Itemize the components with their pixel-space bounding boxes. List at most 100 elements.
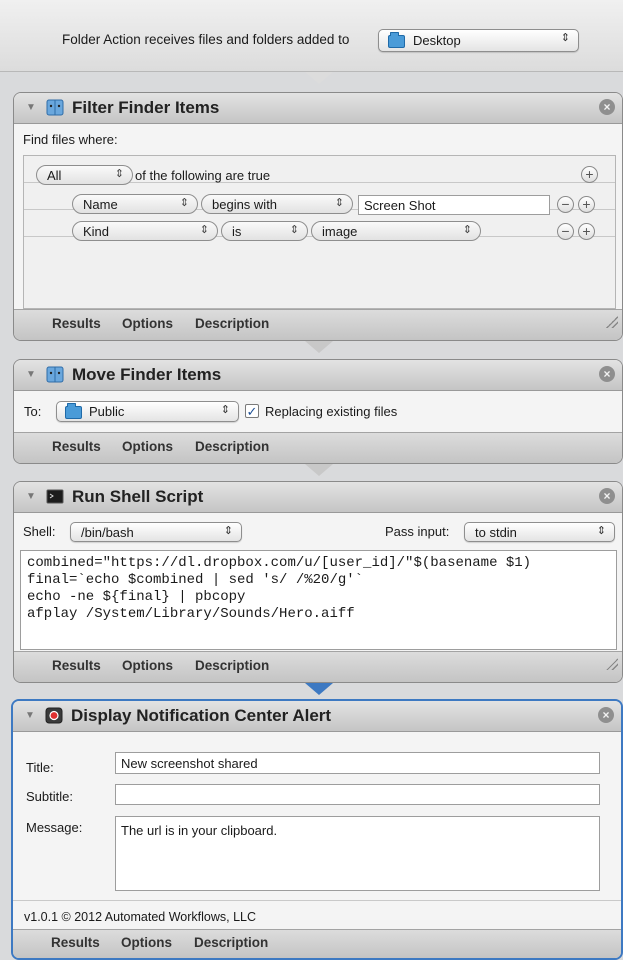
operator-value: is bbox=[232, 224, 242, 239]
title-field[interactable]: New screenshot shared bbox=[115, 752, 600, 774]
action-title-bar[interactable]: ▼ Run Shell Script × bbox=[14, 482, 622, 513]
description-tab[interactable]: Description bbox=[195, 439, 269, 454]
updown-arrow-icon: ⇕ bbox=[114, 168, 124, 180]
version-label: v1.0.1 © 2012 Automated Workflows, LLC bbox=[24, 910, 257, 924]
resize-grip-icon[interactable] bbox=[606, 658, 618, 670]
connector-notch bbox=[305, 72, 333, 84]
disclosure-triangle-icon[interactable]: ▼ bbox=[26, 491, 36, 502]
operator-value: begins with bbox=[212, 197, 278, 212]
script-editor[interactable]: combined="https://dl.dropbox.com/u/[user… bbox=[20, 550, 617, 650]
subtitle-field[interactable] bbox=[115, 784, 600, 805]
folder-icon bbox=[388, 32, 405, 48]
description-tab[interactable]: Description bbox=[195, 658, 269, 673]
find-files-label: Find files where: bbox=[23, 132, 118, 147]
move-finder-items-action[interactable]: ▼ Move Finder Items × To: Public ⇕ ✓ Rep… bbox=[13, 359, 623, 464]
criteria-value-field[interactable]: Screen Shot bbox=[358, 195, 550, 215]
add-criteria-icon[interactable]: + bbox=[578, 196, 595, 213]
quantifier-popup[interactable]: All ⇕ bbox=[36, 165, 133, 185]
filter-finder-items-action[interactable]: ▼ Filter Finder Items × Find files where… bbox=[13, 92, 623, 341]
title-value: New screenshot shared bbox=[121, 756, 258, 771]
close-icon[interactable]: × bbox=[599, 99, 615, 115]
connector-notch bbox=[305, 341, 333, 353]
pass-input-label: Pass input: bbox=[385, 524, 450, 539]
shell-value: /bin/bash bbox=[81, 525, 134, 540]
action-footer: Results Options Description bbox=[14, 309, 622, 340]
pass-input-value: to stdin bbox=[475, 525, 517, 540]
disclosure-triangle-icon[interactable]: ▼ bbox=[26, 102, 36, 113]
results-tab[interactable]: Results bbox=[52, 439, 101, 454]
action-footer: Results Options Description bbox=[14, 432, 622, 463]
to-label: To: bbox=[24, 404, 42, 419]
updown-arrow-icon: ⇕ bbox=[220, 404, 230, 416]
action-footer: Results Options Description bbox=[14, 651, 622, 682]
close-icon[interactable]: × bbox=[599, 366, 615, 382]
updown-arrow-icon: ⇕ bbox=[560, 32, 570, 44]
title-label: Title: bbox=[26, 760, 54, 775]
script-line: echo -ne ${final} | pbcopy bbox=[27, 589, 246, 605]
options-tab[interactable]: Options bbox=[122, 316, 173, 331]
replacing-checkbox[interactable]: ✓ bbox=[245, 404, 259, 418]
pass-input-popup[interactable]: to stdin ⇕ bbox=[464, 522, 615, 542]
remove-criteria-icon[interactable]: − bbox=[557, 196, 574, 213]
following-label: of the following are true bbox=[135, 168, 271, 183]
run-shell-script-action[interactable]: ▼ Run Shell Script × Shell: /bin/bash ⇕ … bbox=[13, 481, 623, 683]
connector-notch bbox=[305, 683, 333, 695]
close-icon[interactable]: × bbox=[598, 707, 614, 723]
value-popup[interactable]: image ⇕ bbox=[311, 221, 481, 241]
folder-popup[interactable]: Desktop ⇕ bbox=[378, 29, 579, 52]
resize-grip-icon[interactable] bbox=[606, 316, 618, 328]
options-tab[interactable]: Options bbox=[122, 439, 173, 454]
destination-label: Public bbox=[89, 404, 125, 419]
shell-label: Shell: bbox=[23, 524, 56, 539]
action-title-bar[interactable]: ▼ Display Notification Center Alert × bbox=[13, 701, 621, 732]
close-icon[interactable]: × bbox=[599, 488, 615, 504]
terminal-icon bbox=[46, 489, 64, 504]
action-title-bar[interactable]: ▼ Move Finder Items × bbox=[14, 360, 622, 391]
disclosure-triangle-icon[interactable]: ▼ bbox=[25, 710, 35, 721]
field-value: Name bbox=[83, 197, 118, 212]
remove-criteria-icon[interactable]: − bbox=[557, 223, 574, 240]
updown-arrow-icon: ⇕ bbox=[199, 224, 209, 236]
folder-icon bbox=[65, 403, 82, 419]
folder-action-label: Folder Action receives files and folders… bbox=[62, 32, 350, 47]
action-title: Run Shell Script bbox=[72, 487, 204, 506]
results-tab[interactable]: Results bbox=[52, 316, 101, 331]
subtitle-label: Subtitle: bbox=[26, 789, 73, 804]
finder-icon bbox=[46, 366, 64, 383]
add-criteria-icon[interactable]: + bbox=[578, 223, 595, 240]
options-tab[interactable]: Options bbox=[122, 658, 173, 673]
updown-arrow-icon: ⇕ bbox=[289, 224, 299, 236]
connector-notch bbox=[305, 464, 333, 476]
field-popup[interactable]: Name ⇕ bbox=[72, 194, 198, 214]
updown-arrow-icon: ⇕ bbox=[596, 525, 606, 537]
results-tab[interactable]: Results bbox=[52, 658, 101, 673]
action-title-bar[interactable]: ▼ Filter Finder Items × bbox=[14, 93, 622, 124]
action-title: Filter Finder Items bbox=[72, 98, 220, 117]
finder-icon bbox=[46, 99, 64, 116]
description-tab[interactable]: Description bbox=[194, 935, 268, 950]
updown-arrow-icon: ⇕ bbox=[462, 224, 472, 236]
divider bbox=[13, 900, 621, 901]
script-line: combined="https://dl.dropbox.com/u/[user… bbox=[27, 555, 532, 571]
description-tab[interactable]: Description bbox=[195, 316, 269, 331]
destination-popup[interactable]: Public ⇕ bbox=[56, 401, 239, 422]
message-label: Message: bbox=[26, 820, 83, 835]
disclosure-triangle-icon[interactable]: ▼ bbox=[26, 369, 36, 380]
options-tab[interactable]: Options bbox=[121, 935, 172, 950]
field-popup[interactable]: Kind ⇕ bbox=[72, 221, 218, 241]
script-line: final=`echo $combined | sed 's/ /%20/g'` bbox=[27, 572, 364, 588]
field-value: Kind bbox=[83, 224, 110, 239]
results-tab[interactable]: Results bbox=[51, 935, 100, 950]
operator-popup[interactable]: is ⇕ bbox=[221, 221, 308, 241]
display-notification-action[interactable]: ▼ Display Notification Center Alert × Ti… bbox=[11, 699, 623, 960]
script-line: afplay /System/Library/Sounds/Hero.aiff bbox=[27, 606, 355, 622]
value-popup-label: image bbox=[322, 224, 358, 239]
notification-icon bbox=[45, 707, 63, 724]
operator-popup[interactable]: begins with ⇕ bbox=[201, 194, 353, 214]
message-field[interactable]: The url is in your clipboard. bbox=[115, 816, 600, 891]
add-criteria-icon[interactable]: + bbox=[581, 166, 598, 183]
shell-popup[interactable]: /bin/bash ⇕ bbox=[70, 522, 242, 542]
updown-arrow-icon: ⇕ bbox=[179, 197, 189, 209]
folder-popup-label: Desktop bbox=[413, 33, 461, 48]
action-title: Display Notification Center Alert bbox=[71, 706, 332, 725]
